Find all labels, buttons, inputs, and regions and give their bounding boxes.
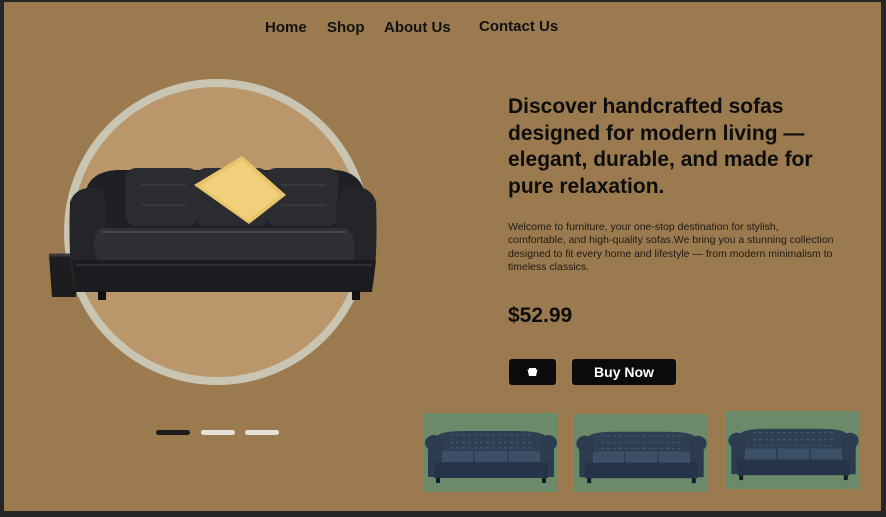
cart-icon xyxy=(527,367,538,376)
carousel-dot-2[interactable] xyxy=(201,430,235,435)
nav-about[interactable]: About Us xyxy=(384,19,451,36)
navy-chesterfield-sofa-image xyxy=(425,431,557,483)
carousel-dot-1[interactable] xyxy=(156,430,190,435)
hero-description: Welcome to furniture, your one-stop dest… xyxy=(508,221,834,273)
nav-shop[interactable]: Shop xyxy=(327,19,365,36)
hero-headline: Discover handcrafted sofas designed for … xyxy=(508,95,813,198)
navy-chesterfield-sofa-image xyxy=(728,428,859,481)
black-leather-sofa-image xyxy=(49,156,377,300)
nav-home[interactable]: Home xyxy=(265,19,307,36)
navy-chesterfield-sofa-image xyxy=(576,431,707,484)
carousel-dot-3[interactable] xyxy=(245,430,279,435)
thumbnail-sofa-1[interactable] xyxy=(424,413,557,492)
buy-now-button[interactable]: Buy Now xyxy=(572,359,676,385)
add-to-cart-button[interactable] xyxy=(509,359,556,385)
page: Home Shop About Us Contact Us Discover h… xyxy=(4,2,881,511)
product-price: $52.99 xyxy=(508,304,573,327)
nav-contact[interactable]: Contact Us xyxy=(479,18,558,35)
thumbnail-sofa-2[interactable] xyxy=(574,414,708,492)
thumbnail-sofa-3[interactable] xyxy=(726,411,860,489)
